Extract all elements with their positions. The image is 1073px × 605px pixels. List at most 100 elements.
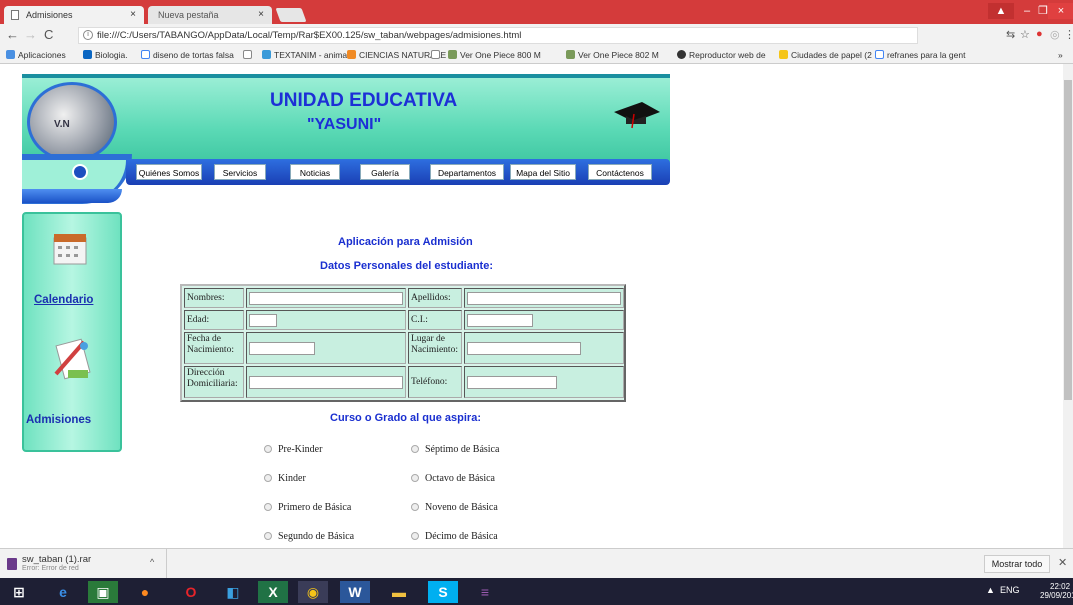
admissions-icon[interactable] bbox=[48, 334, 96, 384]
ci-input[interactable] bbox=[467, 314, 533, 327]
close-icon[interactable]: × bbox=[130, 6, 136, 24]
google-icon bbox=[875, 50, 884, 59]
nav-contactenos[interactable]: Contáctenos bbox=[588, 164, 652, 180]
radio-button[interactable] bbox=[411, 474, 419, 482]
tab-admisiones[interactable]: Admisiones × bbox=[4, 6, 144, 24]
cell-ci bbox=[464, 310, 624, 330]
bookmark-item[interactable] bbox=[243, 49, 255, 62]
bookmark-apps[interactable]: Aplicaciones bbox=[6, 49, 66, 62]
direccion-input[interactable] bbox=[249, 376, 403, 389]
firefox-icon[interactable]: ● bbox=[130, 581, 160, 603]
chrome-icon[interactable]: ◉ bbox=[298, 581, 328, 603]
apps-icon bbox=[6, 50, 15, 59]
close-icon[interactable]: × bbox=[258, 6, 264, 24]
label-lugar-nacimiento: Lugar de Nacimiento: bbox=[408, 332, 462, 364]
label-edad: Edad: bbox=[184, 310, 244, 330]
chevron-up-icon[interactable]: ^ bbox=[150, 557, 154, 567]
radio-button[interactable] bbox=[264, 474, 272, 482]
nav-mapa-del-sitio[interactable]: Mapa del Sitio bbox=[510, 164, 576, 180]
back-icon[interactable]: ← bbox=[6, 27, 19, 43]
radio-kinder[interactable]: Kinder bbox=[264, 473, 306, 484]
radio-octavo[interactable]: Octavo de Básica bbox=[411, 473, 495, 484]
nombres-input[interactable] bbox=[249, 292, 403, 305]
lugar-nacimiento-input[interactable] bbox=[467, 342, 581, 355]
bookmark-item[interactable] bbox=[431, 49, 443, 62]
language-indicator[interactable]: ENG bbox=[1000, 585, 1020, 595]
close-icon[interactable]: ✕ bbox=[1058, 556, 1067, 569]
form-subheading: Datos Personales del estudiante: bbox=[320, 260, 493, 272]
edad-input[interactable] bbox=[249, 314, 277, 327]
new-tab-button[interactable] bbox=[275, 8, 307, 22]
radio-pre-kinder[interactable]: Pre-Kinder bbox=[264, 444, 322, 455]
tab-nueva-pestana[interactable]: Nueva pestaña × bbox=[148, 6, 272, 24]
url-input[interactable]: i file:///C:/Users/TABANGO/AppData/Local… bbox=[78, 27, 918, 44]
decorative-bar bbox=[22, 189, 122, 203]
nav-quienes-somos[interactable]: Quiénes Somos bbox=[136, 164, 202, 180]
school-logo: V.N bbox=[27, 82, 117, 162]
user-icon[interactable]: ▲ bbox=[988, 3, 1014, 19]
main-nav: Quiénes Somos Servicios Noticias Galería… bbox=[126, 159, 670, 185]
bookmark-item[interactable]: diseno de tortas falsa bbox=[141, 49, 234, 62]
extension-icon[interactable]: ◎ bbox=[1050, 28, 1060, 41]
forward-icon[interactable]: → bbox=[24, 27, 37, 43]
grade-heading: Curso o Grado al que aspira: bbox=[330, 412, 481, 424]
bookmark-item[interactable]: Reproductor web de bbox=[677, 49, 766, 62]
store-icon[interactable]: ▣ bbox=[88, 581, 118, 603]
excel-icon[interactable]: X bbox=[258, 581, 288, 603]
tray-chevron-icon[interactable]: ▲ bbox=[986, 585, 995, 595]
bookmark-item[interactable]: Ver One Piece 802 M bbox=[566, 49, 659, 62]
tab-label: Admisiones bbox=[26, 10, 73, 20]
media-icon[interactable]: ◧ bbox=[218, 581, 248, 603]
close-window-button[interactable]: × bbox=[1048, 3, 1073, 19]
telefono-input[interactable] bbox=[467, 376, 557, 389]
nav-servicios[interactable]: Servicios bbox=[214, 164, 266, 180]
calendar-link[interactable]: Calendario bbox=[34, 294, 93, 306]
admissions-link[interactable]: Admisiones bbox=[26, 414, 91, 426]
radio-noveno[interactable]: Noveno de Básica bbox=[411, 502, 498, 513]
radio-primero[interactable]: Primero de Básica bbox=[264, 502, 351, 513]
nav-departamentos[interactable]: Departamentos bbox=[430, 164, 504, 180]
home-icon[interactable] bbox=[72, 164, 88, 180]
info-icon[interactable]: i bbox=[83, 30, 93, 40]
radio-button[interactable] bbox=[264, 445, 272, 453]
translate-icon[interactable]: ⇆ bbox=[1006, 28, 1015, 41]
nav-noticias[interactable]: Noticias bbox=[290, 164, 340, 180]
divider bbox=[166, 549, 167, 579]
bookmarks-overflow-button[interactable]: » bbox=[1058, 49, 1063, 62]
file-explorer-icon[interactable]: ▬ bbox=[384, 581, 414, 603]
radio-segundo[interactable]: Segundo de Básica bbox=[264, 531, 354, 542]
scrollbar-thumb[interactable] bbox=[1064, 80, 1072, 400]
winrar-icon[interactable]: ≡ bbox=[470, 581, 500, 603]
radio-decimo[interactable]: Décimo de Básica bbox=[411, 531, 498, 542]
fecha-nacimiento-input[interactable] bbox=[249, 342, 315, 355]
page-scrollbar[interactable] bbox=[1063, 64, 1073, 548]
bookmark-item[interactable]: TEXTANIM - animate bbox=[262, 49, 354, 62]
opera-icon[interactable]: O bbox=[176, 581, 206, 603]
internet-explorer-icon[interactable]: e bbox=[48, 581, 78, 603]
adblock-icon[interactable]: ● bbox=[1036, 28, 1043, 40]
menu-icon[interactable]: ⋮ bbox=[1064, 28, 1073, 41]
radio-septimo[interactable]: Séptimo de Básica bbox=[411, 444, 499, 455]
download-file-name[interactable]: sw_taban (1).rar bbox=[22, 554, 91, 565]
radio-button[interactable] bbox=[411, 445, 419, 453]
reload-icon[interactable]: C bbox=[44, 27, 53, 43]
clock[interactable]: 22:02 29/09/2016 bbox=[1040, 582, 1073, 600]
nav-galeria[interactable]: Galería bbox=[360, 164, 410, 180]
radio-button[interactable] bbox=[264, 532, 272, 540]
page-content: V.N UNIDAD EDUCATIVA "YASUNI" Quiénes So… bbox=[0, 64, 1073, 548]
bookmark-item[interactable]: Ciudades de papel (2 bbox=[779, 49, 872, 62]
word-icon[interactable]: W bbox=[340, 581, 370, 603]
radio-button[interactable] bbox=[411, 532, 419, 540]
skype-icon[interactable]: S bbox=[428, 581, 458, 603]
personal-data-table: Nombres: Apellidos: Edad: C.I.: Fecha de… bbox=[180, 284, 626, 402]
calendar-icon[interactable] bbox=[48, 224, 93, 269]
show-all-button[interactable]: Mostrar todo bbox=[984, 555, 1050, 573]
apellidos-input[interactable] bbox=[467, 292, 621, 305]
radio-button[interactable] bbox=[264, 503, 272, 511]
bookmark-item[interactable]: Ver One Piece 800 M bbox=[448, 49, 541, 62]
star-icon[interactable]: ☆ bbox=[1020, 28, 1030, 41]
bookmark-item[interactable]: Biologia. bbox=[83, 49, 128, 62]
bookmark-item[interactable]: refranes para la gent bbox=[875, 49, 965, 62]
radio-button[interactable] bbox=[411, 503, 419, 511]
windows-start-icon[interactable]: ⊞ bbox=[4, 581, 34, 603]
